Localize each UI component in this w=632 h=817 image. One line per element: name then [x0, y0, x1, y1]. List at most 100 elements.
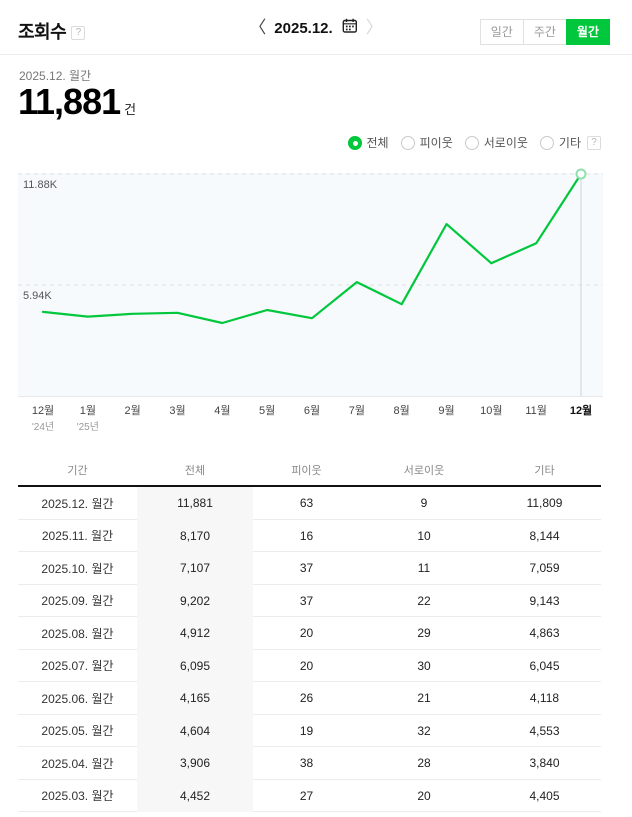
summary-value-line: 11,881 건 — [18, 81, 136, 123]
x-tick-label: 9월 — [438, 405, 455, 417]
period-tabs: 일간 주간 월간 — [479, 19, 610, 45]
table-cell: 2025.03. 월간 — [41, 789, 114, 804]
radio-selected-icon[interactable] — [347, 135, 362, 150]
legend-option-label: 피이웃 — [419, 136, 453, 150]
table-row: 2025.06. 월간 4,165 26 21 4,118 — [18, 682, 601, 715]
table-header-row: 기간 전체 피이웃 서로이웃 기타 — [18, 454, 601, 487]
table-cell: 7,107 — [137, 552, 253, 585]
table-cell: 11 — [417, 561, 431, 576]
table-cell: 4,405 — [529, 788, 560, 803]
table-row: 2025.08. 월간 4,912 20 29 4,863 — [18, 617, 601, 650]
x-tick-label: 8월 — [393, 405, 410, 417]
table-cell: 2025.09. 월간 — [41, 594, 114, 609]
table-cell: 2025.08. 월간 — [41, 626, 114, 641]
period-tab-1[interactable]: 주간 — [522, 19, 567, 45]
table-cell: 2025.11. 월간 — [41, 529, 114, 544]
column-header-buddy: 피이웃 — [291, 464, 322, 477]
x-tick-label: 12월 — [569, 405, 593, 417]
column-header-other: 기타 — [534, 464, 555, 477]
table-cell: 38 — [299, 756, 314, 771]
table-cell: 29 — [417, 626, 431, 641]
table-cell: 32 — [417, 723, 431, 738]
date-navigation: 〈 2025.12. 〉 — [249, 17, 382, 39]
table-cell: 6,095 — [137, 649, 253, 682]
table-row: 2025.11. 월간 8,170 16 10 8,144 — [18, 519, 601, 552]
line-chart-plot-area[interactable]: 11.88K 5.94K — [18, 168, 603, 397]
period-tab-0[interactable]: 일간 — [479, 19, 524, 45]
ytick-label-mid: 5.94K — [23, 290, 52, 302]
summary-value: 11,881 — [18, 81, 121, 122]
table-row-partial — [18, 812, 601, 817]
period-tab-2[interactable]: 월간 — [565, 19, 610, 45]
stats-page: 조회수? 〈 2025.12. 〉 일간 주간 월간 2025.12. 월간 1… — [0, 0, 632, 817]
table-cell: 20 — [299, 658, 314, 673]
table-row: 2025.05. 월간 4,604 19 32 4,553 — [18, 714, 601, 747]
table-cell: 6,045 — [529, 658, 560, 673]
legend-option-1[interactable]: 피이웃 — [400, 134, 453, 151]
table-cell: 9,202 — [137, 584, 253, 617]
table-cell: 37 — [299, 561, 314, 576]
table-row: 2025.12. 월간 11,881 63 9 11,809 — [18, 487, 601, 520]
table-cell: 4,452 — [137, 779, 253, 812]
column-header-period: 기간 — [67, 464, 88, 477]
table-cell: 28 — [417, 756, 431, 771]
page-header: 조회수? 〈 2025.12. 〉 일간 주간 월간 — [0, 0, 632, 55]
table-cell: 3,906 — [137, 747, 253, 780]
table-cell: 4,118 — [529, 691, 560, 706]
legend-items: 전체 피이웃 서로이웃 기타 — [347, 134, 581, 151]
column-header-mutual: 서로이웃 — [403, 464, 445, 477]
title-help-icon[interactable]: ? — [71, 26, 86, 40]
calendar-icon[interactable] — [342, 18, 358, 38]
table-cell: 2025.12. 월간 — [41, 496, 114, 511]
radio-icon[interactable] — [464, 135, 479, 150]
x-tick-label: 7월 — [348, 405, 365, 417]
summary-unit: 건 — [124, 102, 137, 117]
table-cell: 3,840 — [529, 756, 560, 771]
x-tick-label: 5월 — [259, 405, 276, 417]
legend-help-icon[interactable]: ? — [587, 135, 601, 150]
legend-option-label: 기타 — [558, 136, 581, 150]
x-tick-label: 3월 — [169, 405, 186, 417]
legend-option-2[interactable]: 서로이웃 — [464, 134, 528, 151]
chart-legend: 전체 피이웃 서로이웃 기타 ? — [347, 134, 601, 151]
legend-option-label: 전체 — [366, 136, 389, 150]
legend-option-3[interactable]: 기타 — [539, 134, 581, 151]
table-cell: 63 — [299, 496, 314, 511]
x-tick-label: 10월 — [480, 405, 503, 417]
table-cell: 11,881 — [137, 487, 253, 520]
prev-month-icon[interactable]: 〈 — [249, 17, 266, 39]
table-row: 2025.04. 월간 3,906 38 28 3,840 — [18, 747, 601, 780]
table-cell: 2025.07. 월간 — [41, 659, 114, 674]
table-cell: 9,143 — [529, 593, 560, 608]
x-tick-year-label: '24년 — [31, 422, 55, 433]
table-cell: 22 — [417, 593, 431, 608]
x-tick-year-label: '25년 — [76, 422, 99, 433]
table-cell: 26 — [299, 691, 314, 706]
table-cell: 37 — [299, 593, 314, 608]
table-cell: 4,604 — [137, 714, 253, 747]
radio-icon[interactable] — [539, 135, 554, 150]
table-cell: 21 — [417, 691, 431, 706]
line-chart-svg — [18, 168, 603, 396]
stats-table: 기간 전체 피이웃 서로이웃 기타 2025.12. 월간 11,881 63 9 11… — [18, 454, 601, 817]
legend-option-0[interactable]: 전체 — [347, 134, 389, 151]
table-cell: 30 — [417, 658, 431, 673]
ytick-label-top: 11.88K — [23, 179, 58, 192]
x-tick-label: 1월 — [79, 405, 96, 417]
table-cell: 7,059 — [529, 561, 560, 576]
table-cell: 8,170 — [137, 519, 253, 552]
table-cell: 10 — [417, 528, 431, 543]
radio-icon[interactable] — [400, 135, 415, 150]
table-row: 2025.07. 월간 6,095 20 30 6,045 — [18, 649, 601, 682]
current-period-label: 2025.12. — [274, 19, 333, 37]
views-line-series — [41, 172, 583, 325]
table-cell: 4,912 — [137, 617, 253, 650]
table-cell: 27 — [299, 788, 314, 803]
chart-gridlines — [18, 173, 603, 286]
table-cell: 8,144 — [529, 528, 560, 543]
x-tick-label: 11월 — [525, 405, 547, 417]
x-tick-label: 12월 — [31, 405, 55, 417]
page-title-text: 조회수 — [18, 22, 67, 42]
table-cell: 11,809 — [526, 496, 563, 511]
column-header-total: 전체 — [184, 464, 206, 477]
